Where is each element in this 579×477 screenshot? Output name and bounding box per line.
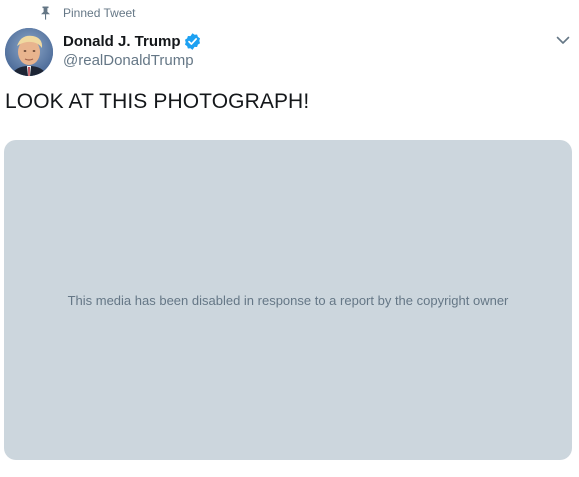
pinned-label: Pinned Tweet — [63, 6, 136, 20]
author-handle[interactable]: @realDonaldTrump — [63, 52, 194, 69]
author-display-name[interactable]: Donald J. Trump — [63, 33, 181, 50]
avatar[interactable] — [5, 28, 53, 76]
tweet[interactable]: Pinned Tweet Donald J. Trump @realDonald… — [0, 0, 579, 477]
tweet-text: LOOK AT THIS PHOTOGRAPH! — [5, 90, 310, 113]
author-name-row[interactable]: Donald J. Trump — [63, 32, 202, 51]
verified-badge-icon — [183, 32, 202, 51]
chevron-down-icon[interactable] — [556, 33, 570, 45]
media-placeholder[interactable]: This media has been disabled in response… — [4, 140, 572, 460]
media-disabled-notice: This media has been disabled in response… — [67, 292, 509, 308]
pinned-indicator: Pinned Tweet — [40, 5, 136, 21]
pin-icon — [40, 6, 51, 20]
